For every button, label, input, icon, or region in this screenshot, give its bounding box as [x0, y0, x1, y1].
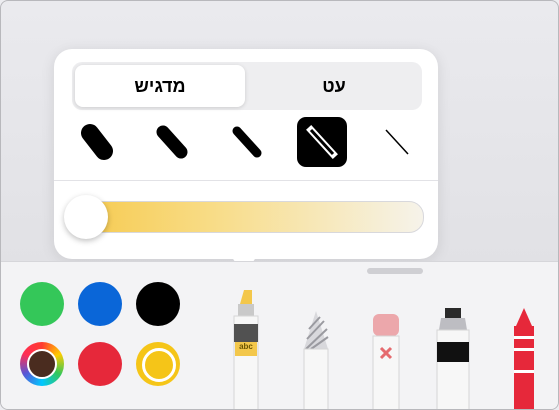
color-picker-current-color [27, 349, 57, 379]
highlighter-label: abc [239, 342, 253, 351]
divider [54, 180, 438, 181]
width-extra-thick-option[interactable] [72, 117, 122, 167]
color-picker-button[interactable] [20, 342, 64, 386]
width-thick-option[interactable] [147, 117, 197, 167]
pencil-icon [303, 311, 329, 409]
selected-ring [142, 348, 176, 382]
crayon-icon [514, 308, 534, 409]
color-blue-swatch[interactable] [78, 282, 122, 326]
marker-tool[interactable] [433, 308, 473, 409]
tool-mode-segmented-control: מדגיש עט [72, 62, 422, 110]
width-thin-option[interactable] [297, 117, 347, 167]
pencil-tool[interactable] [299, 309, 333, 409]
opacity-slider-thumb[interactable] [64, 195, 108, 239]
color-green-swatch[interactable] [20, 282, 64, 326]
width-extra-thin-option[interactable] [372, 117, 422, 167]
stroke-width-picker [72, 117, 422, 169]
segment-highlighter[interactable]: מדגיש [75, 65, 245, 107]
width-medium-option[interactable] [222, 117, 272, 167]
eraser-tool[interactable] [369, 314, 403, 409]
highlighter-tool[interactable]: abc [226, 284, 266, 409]
color-yellow-swatch[interactable] [136, 342, 180, 386]
crayon-tool[interactable] [507, 308, 541, 409]
tool-options-popover: מדגיש עט [54, 49, 438, 259]
markup-panel: מדגיש עט abc [0, 0, 559, 410]
opacity-slider-track[interactable] [68, 201, 424, 233]
markup-toolbar: abc [1, 261, 558, 409]
color-red-swatch[interactable] [78, 342, 122, 386]
segment-pen[interactable]: עט [249, 65, 419, 107]
color-black-swatch[interactable] [136, 282, 180, 326]
toolbar-grabber[interactable] [367, 268, 423, 274]
eraser-icon [372, 314, 400, 409]
marker-icon [436, 308, 470, 409]
